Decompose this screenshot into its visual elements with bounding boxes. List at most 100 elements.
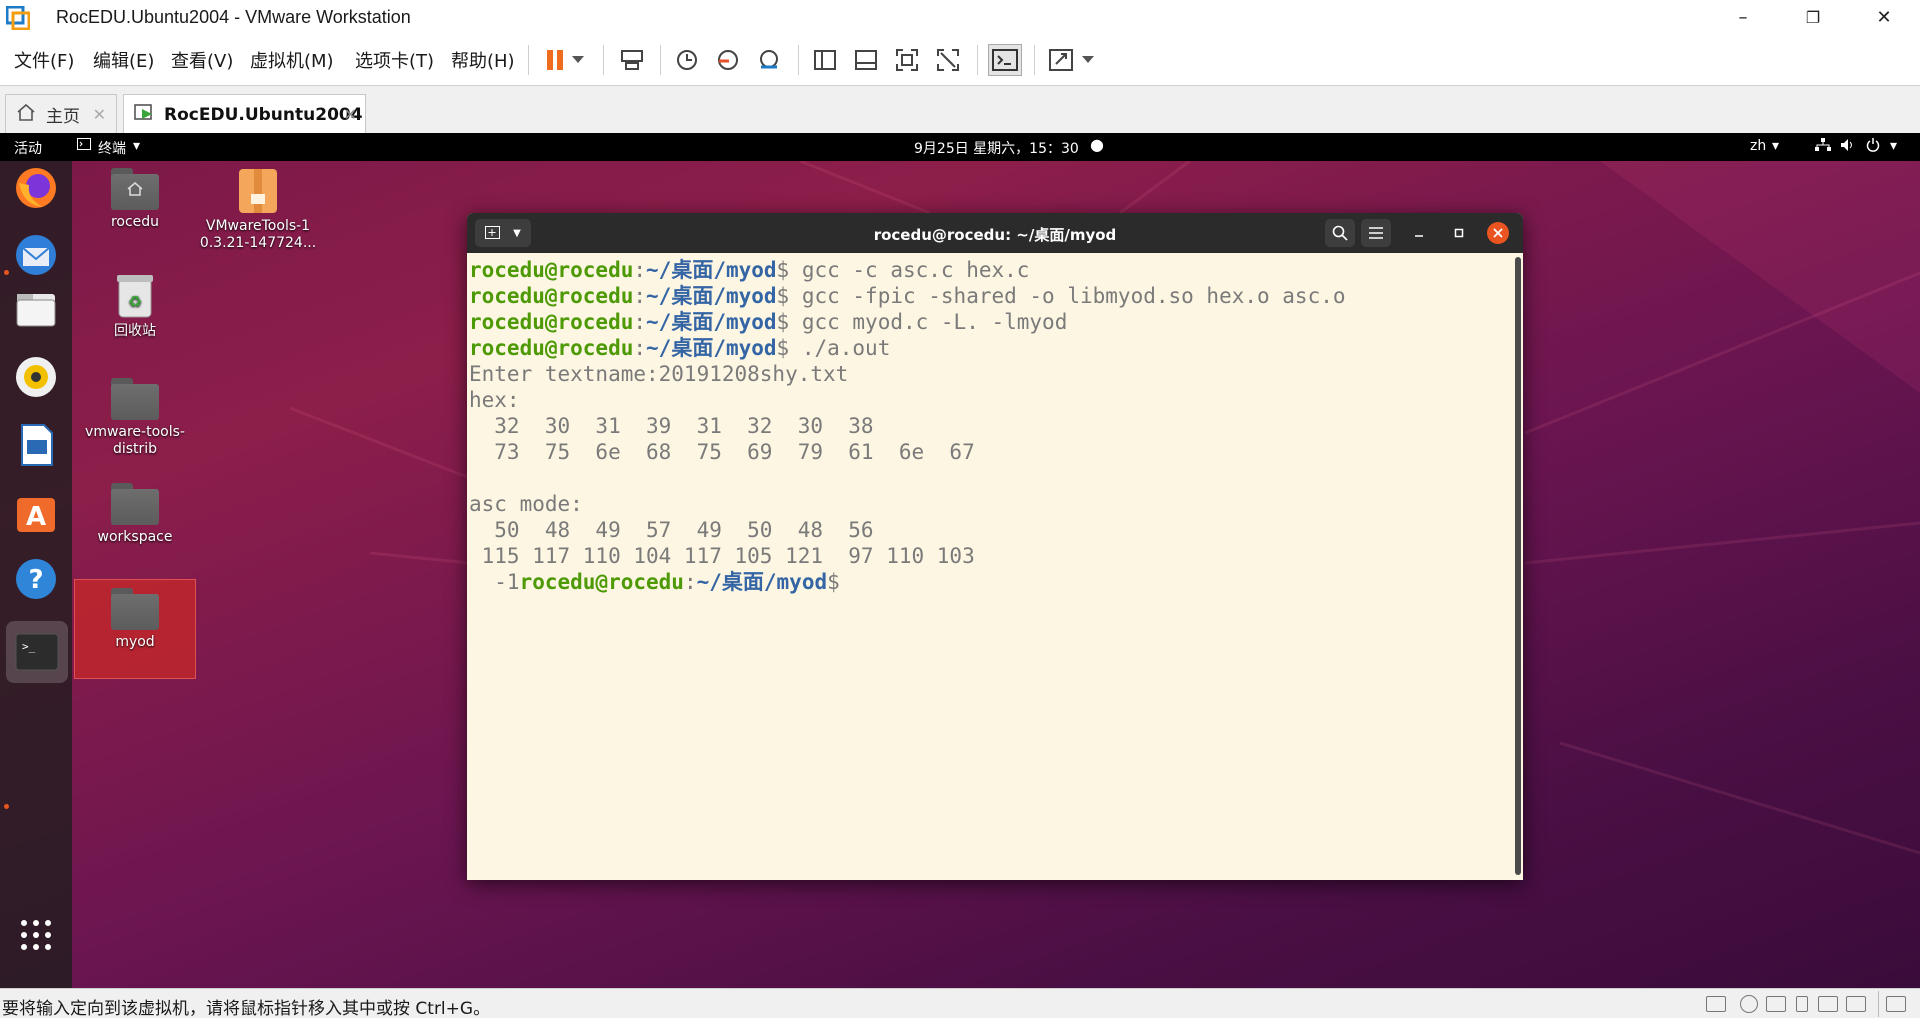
tab-close-icon[interactable]: ✕ <box>344 105 357 124</box>
camera-status-icon[interactable] <box>1846 996 1866 1012</box>
network-status-icon[interactable] <box>1766 996 1786 1012</box>
svg-text:?: ? <box>28 565 43 595</box>
revert-snapshot-icon[interactable] <box>711 44 745 76</box>
desktop-icon-label: workspace <box>97 529 173 545</box>
hard-disk-status-icon[interactable] <box>1706 996 1726 1012</box>
sound-status-icon[interactable] <box>1818 996 1838 1012</box>
snapshot-icon[interactable] <box>670 44 704 76</box>
close-icon <box>1493 228 1503 238</box>
stretch-guest-icon[interactable] <box>1044 44 1078 76</box>
terminal-output-line: 32 30 31 39 31 32 30 38 <box>469 414 874 438</box>
libreoffice-writer-icon[interactable] <box>12 421 60 469</box>
toolbar-separator <box>798 45 799 75</box>
power-dropdown-chevron-icon[interactable] <box>568 44 588 76</box>
send-ctrl-alt-del-icon[interactable] <box>615 44 649 76</box>
desktop-icon-workspace[interactable]: workspace <box>75 483 195 546</box>
show-applications-icon[interactable] <box>12 911 60 959</box>
window-titlebar: RocEDU.Ubuntu2004 - VMware Workstation –… <box>0 0 1920 35</box>
sidebar-toggle-icon[interactable] <box>808 44 842 76</box>
tab-home[interactable]: 主页 ✕ <box>5 94 117 134</box>
app-menu-chevron-icon: ▾ <box>133 138 141 154</box>
prompt-user: rocedu@rocedu <box>469 258 634 282</box>
home-folder-icon <box>111 168 159 210</box>
terminal-output-line: hex: <box>469 388 520 412</box>
prompt-path: ~/桌面/myod <box>646 258 777 282</box>
svg-text:>_: >_ <box>22 640 36 653</box>
terminal-output-line: Enter textname:20191208shy.txt <box>469 362 849 386</box>
activities-button[interactable]: 活动 <box>14 138 42 158</box>
tab-label: 主页 <box>46 107 80 127</box>
ubuntu-software-icon[interactable]: A <box>12 487 60 535</box>
desktop-icon-label: rocedu <box>110 214 160 230</box>
stretch-dropdown-chevron-icon[interactable] <box>1078 44 1098 76</box>
desktop-icon-vmwaretools[interactable]: VMwareTools-1 0.3.21-147724... <box>198 168 318 252</box>
clock[interactable]: 9月25日 星期六，15：30 <box>914 138 1079 158</box>
message-log-icon[interactable] <box>1886 996 1906 1012</box>
minimize-button[interactable]: – <box>1714 0 1772 35</box>
gnome-top-bar: 活动 终端 ▾ 9月25日 星期六，15：30 ● zh ▾ ▾ <box>0 133 1920 161</box>
terminal-app-menu-icon[interactable] <box>77 138 91 154</box>
terminal-scrollbar[interactable] <box>1515 257 1521 875</box>
suspend-icon[interactable] <box>538 44 572 76</box>
fullscreen-icon[interactable] <box>890 44 924 76</box>
help-icon[interactable]: ? <box>12 555 60 603</box>
hamburger-menu-button[interactable] <box>1361 219 1391 247</box>
cdrom-status-icon[interactable] <box>1740 995 1758 1013</box>
terminal-window[interactable]: ▼ rocedu@rocedu: ~/桌面/myod rocedu@rocedu… <box>467 213 1523 880</box>
toolbar-separator <box>1034 45 1035 75</box>
network-icon[interactable] <box>1815 138 1831 156</box>
input-language[interactable]: zh <box>1750 138 1766 154</box>
vm-play-icon <box>134 102 156 127</box>
desktop-icon-myod-selected[interactable]: myod <box>74 579 196 679</box>
firefox-icon[interactable] <box>12 164 60 212</box>
app-menu-label[interactable]: 终端 <box>98 138 126 158</box>
ubuntu-dock: A ? >_ <box>0 161 72 988</box>
menu-help[interactable]: 帮助(H) <box>451 47 515 73</box>
terminal-maximize-button[interactable] <box>1449 223 1469 243</box>
terminal-line: rocedu@rocedu:~/桌面/myod$ gcc -c asc.c he… <box>469 258 1030 282</box>
terminal-minimize-button[interactable] <box>1409 223 1429 243</box>
volume-icon[interactable] <box>1840 138 1856 156</box>
power-icon[interactable] <box>1866 138 1880 156</box>
folder-icon <box>111 483 159 525</box>
rhythmbox-icon[interactable] <box>12 353 60 401</box>
terminal-close-button[interactable] <box>1487 222 1509 244</box>
search-button[interactable] <box>1325 219 1355 247</box>
system-menu-chevron-icon: ▾ <box>1890 138 1898 154</box>
terminal-line: rocedu@rocedu:~/桌面/myod$ gcc -fpic -shar… <box>469 284 1346 308</box>
menu-view[interactable]: 查看(V) <box>171 47 233 73</box>
console-view-icon[interactable] <box>988 44 1022 76</box>
menu-file[interactable]: 文件(F) <box>14 47 74 73</box>
menu-toolbar: 文件(F) 编辑(E) 查看(V) 虚拟机(M) 选项卡(T) 帮助(H) <box>0 35 1920 85</box>
menu-tabs[interactable]: 选项卡(T) <box>355 47 434 73</box>
usb-status-icon[interactable] <box>1796 996 1808 1012</box>
vm-console[interactable]: 活动 终端 ▾ 9月25日 星期六，15：30 ● zh ▾ ▾ A ? >_ … <box>0 133 1920 988</box>
unity-mode-icon[interactable] <box>931 44 965 76</box>
prompt-user: rocedu@rocedu <box>469 284 634 308</box>
minimize-icon <box>1415 235 1423 237</box>
desktop-icon-vmware-tools-distrib[interactable]: vmware-tools- distrib <box>75 378 195 458</box>
terminal-headerbar: ▼ rocedu@rocedu: ~/桌面/myod <box>467 213 1523 253</box>
terminal-command: gcc myod.c -L. -lmyod <box>801 310 1068 334</box>
tab-close-icon[interactable]: ✕ <box>93 105 106 124</box>
prompt-path: ~/桌面/myod <box>646 284 777 308</box>
terminal-output[interactable]: rocedu@rocedu:~/桌面/myod$ gcc -c asc.c he… <box>469 257 1509 877</box>
files-icon[interactable] <box>12 285 60 333</box>
tab-bar: 主页 ✕ RocEDU.Ubuntu2004 ✕ <box>0 85 1920 134</box>
menu-vm[interactable]: 虚拟机(M) <box>250 47 334 73</box>
menu-edit[interactable]: 编辑(E) <box>93 47 154 73</box>
svg-text:A: A <box>26 502 46 532</box>
running-indicator <box>4 804 9 809</box>
thumbnail-bar-icon[interactable] <box>849 44 883 76</box>
maximize-button[interactable]: ❐ <box>1784 0 1842 35</box>
terminal-dock-icon[interactable]: >_ <box>6 621 68 683</box>
folder-icon <box>111 588 159 630</box>
close-button[interactable]: ✕ <box>1855 0 1913 35</box>
desktop-icon-home[interactable]: rocedu <box>75 168 195 231</box>
snapshot-manager-icon[interactable] <box>752 44 786 76</box>
desktop-icon-trash[interactable]: ♻ 回收站 <box>75 273 195 340</box>
tab-vm[interactable]: RocEDU.Ubuntu2004 ✕ <box>123 94 366 134</box>
thunderbird-icon[interactable] <box>12 231 60 279</box>
prompt-path: ~/桌面/myod <box>646 310 777 334</box>
